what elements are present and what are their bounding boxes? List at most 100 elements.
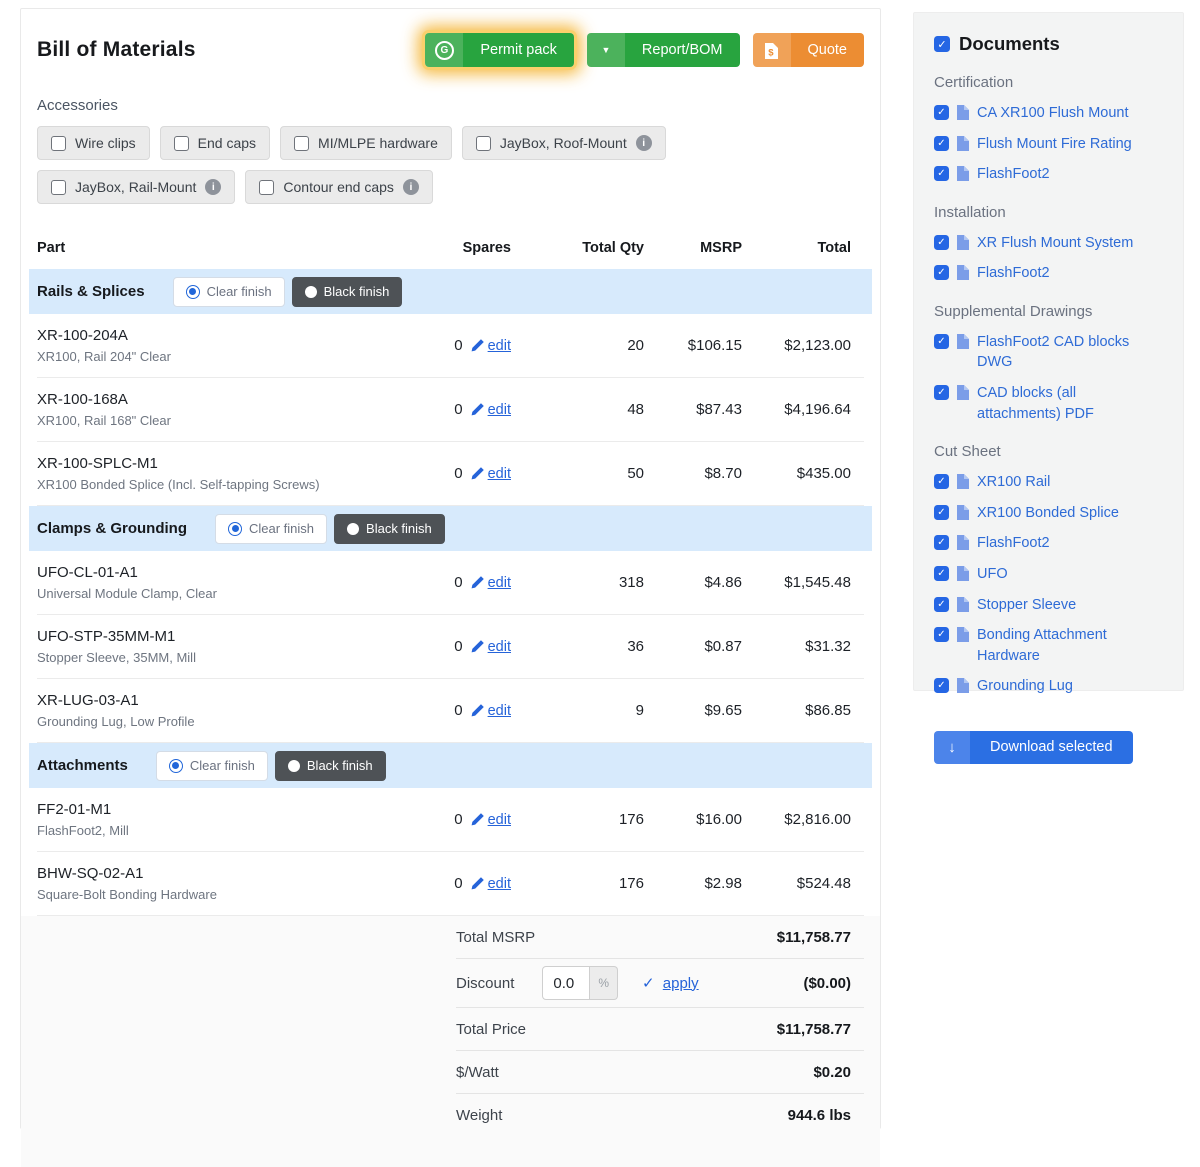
permit-pack-button[interactable]: G Permit pack [425,33,574,67]
checkbox-checked[interactable]: ✓ [934,105,949,120]
document-item: ✓ FlashFoot2 [934,263,1163,284]
document-link[interactable]: FlashFoot2 [977,164,1050,185]
spares-cell: 0 edit [371,574,511,591]
edit-spares-link[interactable]: edit [470,575,511,591]
document-link[interactable]: CA XR100 Flush Mount [977,103,1129,124]
msrp-cell: $87.43 [644,401,742,418]
document-icon [957,678,969,693]
quote-button[interactable]: $ Quote [753,33,865,67]
black-finish-button[interactable]: Black finish [275,751,386,781]
document-link[interactable]: FlashFoot2 [977,263,1050,284]
edit-spares-link[interactable]: edit [470,812,511,828]
edit-spares-link[interactable]: edit [470,639,511,655]
info-icon[interactable]: i [636,135,652,151]
section-name: Clamps & Grounding [37,520,187,537]
document-link[interactable]: UFO [977,564,1008,585]
document-link[interactable]: XR100 Bonded Splice [977,503,1119,524]
spares-count: 0 [454,574,462,591]
document-link[interactable]: FlashFoot2 [977,533,1050,554]
document-link[interactable]: Flush Mount Fire Rating [977,134,1132,155]
edit-spares-link[interactable]: edit [470,703,511,719]
discount-input[interactable] [542,966,590,1000]
accessory-mi-mlpe-hardware[interactable]: MI/MLPE hardware [280,126,452,160]
checkbox-checked[interactable]: ✓ [934,385,949,400]
report-bom-button[interactable]: ▼ Report/BOM [587,33,740,67]
column-header-spares: Spares [371,240,511,256]
checkbox-checked[interactable]: ✓ [934,535,949,550]
document-link[interactable]: XR100 Rail [977,472,1050,493]
edit-spares-link[interactable]: edit [470,466,511,482]
clear-finish-button[interactable]: Clear finish [156,751,268,781]
svg-text:$: $ [768,48,774,59]
info-icon[interactable]: i [205,179,221,195]
checkbox-unchecked[interactable] [51,180,66,195]
invoice-icon: $ [765,43,778,59]
checkbox-checked[interactable]: ✓ [934,597,949,612]
document-item: ✓ XR100 Rail [934,472,1163,493]
edit-spares-link[interactable]: edit [470,338,511,354]
checkbox-checked[interactable]: ✓ [934,235,949,250]
checkbox-unchecked[interactable] [174,136,189,151]
download-icon-segment: ↓ [934,731,970,764]
apply-discount-link[interactable]: ✓ apply [642,974,699,992]
document-item: ✓ Stopper Sleeve [934,595,1163,616]
column-header-total: Total [742,240,851,256]
weight-value: 944.6 lbs [788,1107,851,1124]
download-selected-button[interactable]: ↓ Download selected [934,731,1133,764]
msrp-cell: $16.00 [644,811,742,828]
document-link[interactable]: Bonding Attachment Hardware [977,625,1163,666]
doc-section-installation: Installation [934,204,1163,221]
msrp-cell: $0.87 [644,638,742,655]
clear-finish-button[interactable]: Clear finish [173,277,285,307]
document-link[interactable]: FlashFoot2 CAD blocks DWG [977,332,1163,373]
document-link[interactable]: XR Flush Mount System [977,233,1133,254]
section-header-clamps-grounding: Clamps & Grounding Clear finish Black fi… [29,506,872,551]
checkbox-checked[interactable]: ✓ [934,166,949,181]
black-finish-label: Black finish [307,758,373,773]
edit-spares-link[interactable]: edit [470,876,511,892]
checkbox-checked[interactable]: ✓ [934,627,949,642]
msrp-cell: $2.98 [644,875,742,892]
document-icon [957,136,969,151]
document-item: ✓ XR100 Bonded Splice [934,503,1163,524]
clear-finish-button[interactable]: Clear finish [215,514,327,544]
discount-row: Discount % ✓ apply ($0.00) [456,959,864,1008]
radio-selected-icon [228,522,242,536]
accessory-jaybox-roof-mount[interactable]: JayBox, Roof-Mount i [462,126,666,160]
black-finish-button[interactable]: Black finish [292,277,403,307]
checkbox-checked[interactable]: ✓ [934,505,949,520]
document-link[interactable]: Grounding Lug [977,676,1073,697]
edit-spares-link[interactable]: edit [470,402,511,418]
checkbox-unchecked[interactable] [51,136,66,151]
document-link[interactable]: CAD blocks (all attachments) PDF [977,383,1163,424]
checkbox-checked[interactable]: ✓ [934,566,949,581]
accessory-end-caps[interactable]: End caps [160,126,270,160]
table-row: XR-100-168A XR100, Rail 168" Clear 0 edi… [37,378,864,442]
radio-selected-icon [169,759,183,773]
black-finish-button[interactable]: Black finish [334,514,445,544]
document-icon [957,235,969,250]
accessory-contour-end-caps[interactable]: Contour end caps i [245,170,433,204]
checkbox-checked[interactable]: ✓ [934,474,949,489]
part-cell: XR-100-168A XR100, Rail 168" Clear [37,391,371,428]
total-qty-cell: 48 [511,401,644,418]
info-icon[interactable]: i [403,179,419,195]
checkbox-checked[interactable]: ✓ [934,678,949,693]
checkbox-unchecked[interactable] [294,136,309,151]
checkbox-checked[interactable]: ✓ [934,36,950,52]
section-name: Rails & Splices [37,283,145,300]
table-header-row: Part Spares Total Qty MSRP Total [37,214,864,269]
document-link[interactable]: Stopper Sleeve [977,595,1076,616]
weight-label: Weight [456,1107,502,1124]
checkbox-checked[interactable]: ✓ [934,334,949,349]
checkbox-checked[interactable]: ✓ [934,265,949,280]
checkbox-unchecked[interactable] [476,136,491,151]
checkbox-checked[interactable]: ✓ [934,136,949,151]
accessory-jaybox-rail-mount[interactable]: JayBox, Rail-Mount i [37,170,235,204]
accessory-wire-clips[interactable]: Wire clips [37,126,150,160]
report-bom-dropdown-segment[interactable]: ▼ [587,33,625,67]
document-item: ✓ Bonding Attachment Hardware [934,625,1163,666]
part-cell: XR-100-204A XR100, Rail 204" Clear [37,327,371,364]
checkbox-unchecked[interactable] [259,180,274,195]
radio-unselected-icon [347,523,359,535]
